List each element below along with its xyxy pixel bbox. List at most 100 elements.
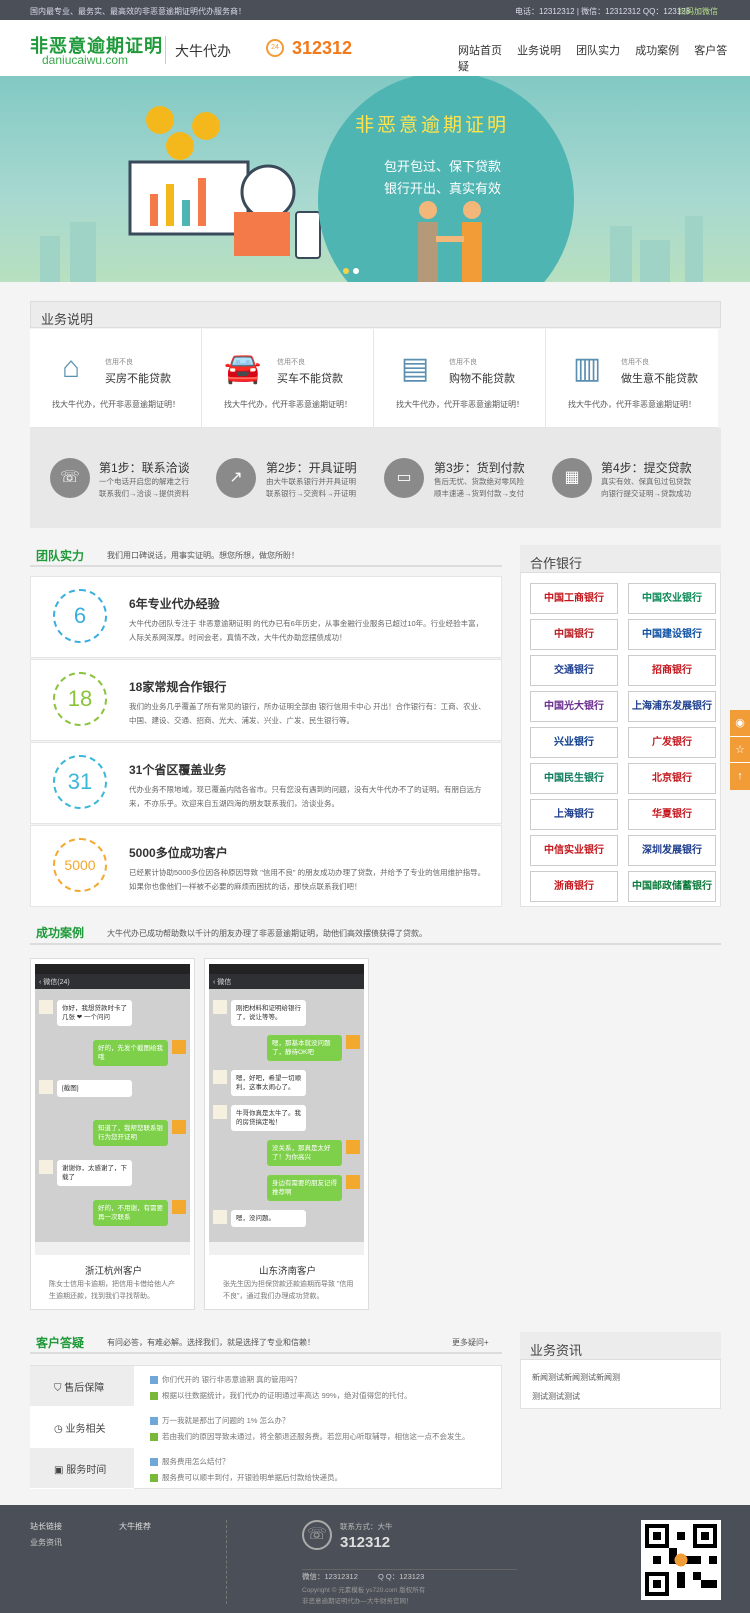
qq-icon[interactable]: ◉ [730, 710, 750, 736]
chat-input-bar [35, 1242, 190, 1255]
step-desc: 真实有效、保真包过包贷款 向银行提交证明→贷款成功 [601, 477, 691, 498]
case-desc: 陈女士信用卡逾期，把信用卡借给他人产生逾期还款，找到我们寻找帮助。 [49, 1281, 175, 1300]
team-item-title: 31个省区覆盖业务 [129, 763, 227, 777]
faq-tab-business[interactable]: ◷ 业务相关 [30, 1407, 134, 1448]
bank-logo[interactable]: 中国光大银行 [530, 691, 618, 722]
news-item[interactable]: 测试测试测试 [532, 1391, 580, 1402]
bank-logo[interactable]: 中国民生银行 [530, 763, 618, 794]
footer-rule [302, 1569, 517, 1570]
service-tag: 信用不良 [277, 359, 305, 366]
bank-logo[interactable]: 兴业银行 [530, 727, 618, 758]
news-item[interactable]: 新闻测试新闻测试新闻测 [532, 1372, 620, 1383]
team-number: 5000 [53, 838, 107, 892]
bank-logo[interactable]: 深圳发展银行 [628, 835, 716, 866]
chat-bubble: 嗯，好吧，希望一切顺利，这事太闹心了。 [231, 1070, 306, 1096]
chat-avatar [346, 1175, 360, 1189]
divider [30, 565, 502, 567]
bank-logo[interactable]: 中国农业银行 [628, 583, 716, 614]
team-item: 5000 5000多位成功客户 已经累计协助5000多位因各种原因导致 "信用不… [30, 825, 502, 907]
bank-logo[interactable]: 中信实业银行 [530, 835, 618, 866]
floating-sidebar: ◉ ☆ ↑ [730, 710, 750, 790]
chat-bubble: 嗯，没问题。 [231, 1210, 306, 1227]
chat-bubble: 知道了，我帮您联系银行为您开证明 [93, 1120, 168, 1146]
nav-team[interactable]: 团队实力 [576, 45, 620, 57]
slider-dot-2[interactable] [353, 268, 359, 274]
footer-qq: Q Q：123123 [378, 1572, 425, 1581]
footer-link[interactable]: 业务资讯 [30, 1537, 62, 1548]
step-title: 第2步：开具证明 [266, 461, 357, 475]
case-name: 山东济南客户 [258, 1266, 316, 1277]
case-card[interactable]: ‹ 微信 刚把材料和证明给银行了，说让等等。 嗯，那基本就没问题了，静待OK吧 嗯，… [204, 958, 369, 1310]
faq-question[interactable]: 服务费用怎么结付？ [150, 1456, 230, 1467]
bank-logo[interactable]: 华夏银行 [628, 799, 716, 830]
calculator-icon: ▦ [552, 458, 592, 498]
bank-logo[interactable]: 北京银行 [628, 763, 716, 794]
chat-avatar [39, 1000, 53, 1014]
bank-logo[interactable]: 上海银行 [530, 799, 618, 830]
team-item-title: 18家常规合作银行 [129, 680, 227, 694]
question-icon [150, 1417, 158, 1426]
banner-title: 非恶意逾期证明 [355, 115, 510, 136]
team-item-desc: 大牛代办团队专注于 非恶意逾期证明 的代办已有6年历史，从事金融行业服务已超过1… [129, 619, 484, 642]
phone-status-bar [35, 964, 190, 974]
back-to-top-icon[interactable]: ↑ [730, 762, 750, 788]
shield-icon: ⛉ [54, 1383, 65, 1394]
logo-domain[interactable]: daniucaiwu.com [42, 53, 128, 67]
bank-logo[interactable]: 浙商银行 [530, 871, 618, 902]
bank-logo[interactable]: 上海浦东发展银行 [628, 691, 716, 722]
faq-tab-after-sales[interactable]: ⛉ 售后保障 [30, 1366, 134, 1407]
step-title: 第4步：提交贷款 [601, 461, 692, 475]
chat-avatar [346, 1140, 360, 1154]
service-tag: 信用不良 [105, 359, 133, 366]
faq-answer: 若由我们的原因导致未通过，将全额退还服务费。若您用心听取辅导，相信这一点不会发生… [150, 1431, 470, 1442]
service-card[interactable]: 🚘 信用不良 买车不能贷款 找大牛代办，代开非恶意逾期证明！ [202, 329, 374, 428]
team-item-title: 5000多位成功客户 [129, 846, 228, 860]
answer-icon [150, 1474, 158, 1483]
question-icon [150, 1376, 158, 1385]
bank-logo[interactable]: 中国银行 [530, 619, 618, 650]
case-desc: 张先生因为担保贷款还款逾期而导致 "信用不良"，通过我们办理成功贷款。 [223, 1281, 354, 1300]
nav-home[interactable]: 网站首页 [458, 45, 502, 57]
header-slogan: 大牛代办 [175, 43, 231, 59]
faq-question[interactable]: 万一我就是那出了问题的 1% 怎么办？ [150, 1415, 290, 1426]
faq-question[interactable]: 你们代开的 银行非恶意逾期 真的管用吗？ [150, 1374, 301, 1385]
team-number: 18 [53, 672, 107, 726]
chat-bubble: 身边有需要的朋友记得推荐啊 [267, 1175, 342, 1201]
footer-wechat: 微信：12312312 [302, 1572, 358, 1581]
star-icon[interactable]: ☆ [730, 736, 750, 762]
bank-logo[interactable]: 广发银行 [628, 727, 716, 758]
service-desc: 找大牛代办，代开非恶意逾期证明！ [52, 400, 180, 409]
case-card[interactable]: ‹ 微信(24) 你好，我想贷款时卡了几张 ❤ 一个问问 好的，先发个截图给我哦 [… [30, 958, 195, 1310]
nav-services[interactable]: 业务说明 [517, 45, 561, 57]
top-wechat-link[interactable]: 扫码加微信 [678, 6, 718, 17]
service-card[interactable]: ⌂ 信用不良 买房不能贷款 找大牛代办，代开非恶意逾期证明！ [30, 329, 202, 428]
nav-cases[interactable]: 成功案例 [635, 45, 679, 57]
qr-code [641, 1520, 721, 1600]
team-subheading: 我们用口碑说话，用事实证明。想您所想，做您所盼！ [107, 551, 299, 560]
top-contact: 电话：12312312 | 微信：12312312 QQ：123123 [515, 7, 691, 16]
banks-header: 合作银行 [520, 545, 721, 573]
main-nav: 网站首页 业务说明 团队实力 成功案例 客户答疑 [458, 42, 750, 74]
footer-contact-label: 联系方式：大牛 [340, 1522, 393, 1531]
chat-input-bar [209, 1242, 364, 1255]
faq-tab-service-time[interactable]: ▣ 服务时间 [30, 1448, 134, 1489]
slider-dot-1[interactable] [343, 268, 349, 274]
footer-tagline: 非恶意逾期证明代办—大牛财务官网！ [302, 1598, 413, 1605]
service-desc: 找大牛代办，代开非恶意逾期证明！ [396, 400, 524, 409]
faq-more-link[interactable]: 更多疑问+ [452, 1337, 489, 1348]
team-item: 6 6年专业代办经验 大牛代办团队专注于 非恶意逾期证明 的代办已有6年历史，从… [30, 576, 502, 658]
team-item-desc: 我们的业务几乎覆盖了所有常见的银行，所办证明全部由 银行信用卡中心 开出！合作银… [129, 702, 486, 725]
top-bar: 国内最专业、最务实、最高效的非恶意逾期证明代办服务商！ 电话：12312312 … [0, 0, 750, 20]
team-item-desc: 代办业务不限地域，现已覆盖内陆各省市。只有您没有遇到的问题，没有大牛代办不了的证… [129, 785, 482, 808]
phone-24h-icon: 24 [266, 39, 284, 57]
bank-logo[interactable]: 交通银行 [530, 655, 618, 686]
bank-logo[interactable]: 中国工商银行 [530, 583, 618, 614]
bank-logo[interactable]: 中国建设银行 [628, 619, 716, 650]
bank-logo[interactable]: 中国邮政储蓄银行 [628, 871, 716, 902]
phone-icon: ☏ [302, 1520, 332, 1550]
service-card[interactable]: ▥ 信用不良 做生意不能贷款 找大牛代办，代开非恶意逾期证明！ [546, 329, 718, 428]
bank-logo[interactable]: 招商银行 [628, 655, 716, 686]
chat-avatar [213, 1070, 227, 1084]
service-card[interactable]: ▤ 信用不良 购物不能贷款 找大牛代办，代开非恶意逾期证明！ [374, 329, 546, 428]
divider [30, 1352, 502, 1354]
